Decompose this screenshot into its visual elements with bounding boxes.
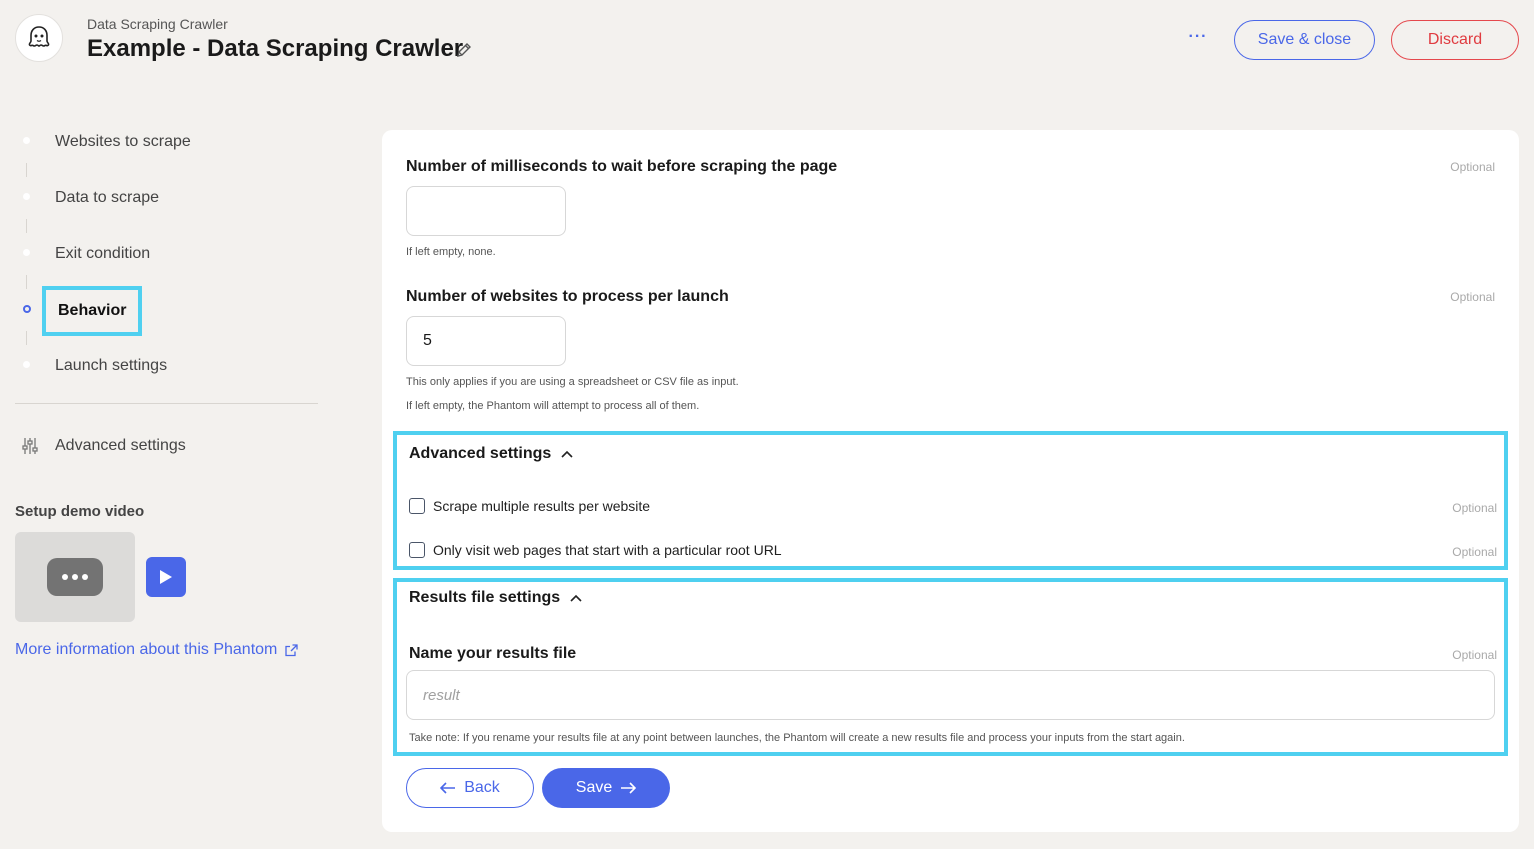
step-behavior[interactable]: Behavior [15,286,320,345]
wait-ms-input[interactable] [406,186,566,236]
play-icon [160,570,172,584]
step-label[interactable]: Data to scrape [55,189,159,207]
sidebar-divider [15,403,318,404]
optional-tag: Optional [1452,545,1497,559]
external-link-icon [285,643,299,656]
play-video-button[interactable] [146,557,186,597]
sliders-icon [22,438,38,454]
demo-video-title: Setup demo video [15,503,145,520]
root-url-option[interactable]: Only visit web pages that start with a p… [409,542,782,558]
ghost-icon [28,26,50,47]
results-filename-input[interactable] [406,670,1495,720]
step-connector [26,331,27,345]
save-label: Save [575,779,613,796]
form-panel: Number of milliseconds to wait before sc… [382,130,1519,832]
step-exit-condition[interactable]: Exit condition [15,232,320,289]
step-label[interactable]: Exit condition [55,245,150,263]
results-file-section: Results file settings Name your results … [393,578,1508,756]
step-label[interactable]: Websites to scrape [55,133,191,151]
step-dot [23,193,30,200]
arrow-right-icon [621,782,637,794]
root-url-checkbox[interactable] [409,542,425,558]
step-dot [23,249,30,256]
optional-tag: Optional [1452,648,1497,662]
setup-steps: Websites to scrape Data to scrape Exit c… [15,120,320,400]
advanced-settings-toggle[interactable]: Advanced settings [409,445,573,463]
wait-ms-label: Number of milliseconds to wait before sc… [406,158,838,175]
more-info-link[interactable]: More information about this Phantom [15,641,299,659]
save-button[interactable]: Save [542,768,670,808]
wait-ms-help: If left empty, none. [406,246,496,258]
chevron-up-icon [561,450,573,458]
step-dot-active [23,305,31,313]
save-close-button[interactable]: Save & close [1234,20,1375,60]
root-url-label: Only visit web pages that start with a p… [433,542,782,558]
websites-per-launch-label: Number of websites to process per launch [406,288,729,305]
step-connector [26,163,27,177]
optional-tag: Optional [1452,501,1497,515]
step-launch-settings[interactable]: Launch settings [15,344,320,400]
step-dot [23,361,30,368]
phantom-avatar [15,14,63,62]
more-options-button[interactable]: ··· [1184,28,1212,52]
advanced-settings-label: Advanced settings [55,437,186,454]
chat-bubble-icon [47,558,103,596]
step-label[interactable]: Launch settings [55,357,167,375]
chevron-up-icon [570,594,582,602]
results-file-toggle[interactable]: Results file settings [409,589,582,607]
scrape-multiple-option[interactable]: Scrape multiple results per website [409,498,650,514]
step-label[interactable]: Behavior [42,286,143,336]
step-websites-to-scrape[interactable]: Websites to scrape [15,120,320,177]
websites-per-launch-input[interactable] [406,316,566,366]
advanced-settings-title: Advanced settings [409,445,552,462]
results-file-title: Results file settings [409,589,561,606]
websites-per-launch-help-1: This only applies if you are using a spr… [406,376,739,388]
websites-per-launch-help-2: If left empty, the Phantom will attempt … [406,400,700,412]
page-title: Example - Data Scraping Crawler [87,35,464,62]
optional-tag: Optional [1450,160,1495,174]
results-note: Take note: If you rename your results fi… [409,732,1185,744]
scrape-multiple-checkbox[interactable] [409,498,425,514]
results-name-label: Name your results file [409,645,577,662]
step-dot [23,137,30,144]
header: Data Scraping Crawler Example - Data Scr… [0,0,1534,90]
back-label: Back [464,779,500,796]
more-info-label[interactable]: More information about this Phantom [15,641,277,659]
pencil-icon[interactable] [455,41,473,59]
step-data-to-scrape[interactable]: Data to scrape [15,176,320,233]
scrape-multiple-label: Scrape multiple results per website [433,498,651,514]
optional-tag: Optional [1450,290,1495,304]
advanced-settings-link[interactable]: Advanced settings [22,437,186,455]
back-button[interactable]: Back [406,768,534,808]
arrow-left-icon [440,782,456,794]
demo-video-thumbnail[interactable] [15,532,135,622]
breadcrumb: Data Scraping Crawler [87,16,228,32]
step-connector [26,275,27,289]
step-connector [26,219,27,233]
advanced-settings-section: Advanced settings Scrape multiple result… [393,431,1508,570]
discard-button[interactable]: Discard [1391,20,1519,60]
